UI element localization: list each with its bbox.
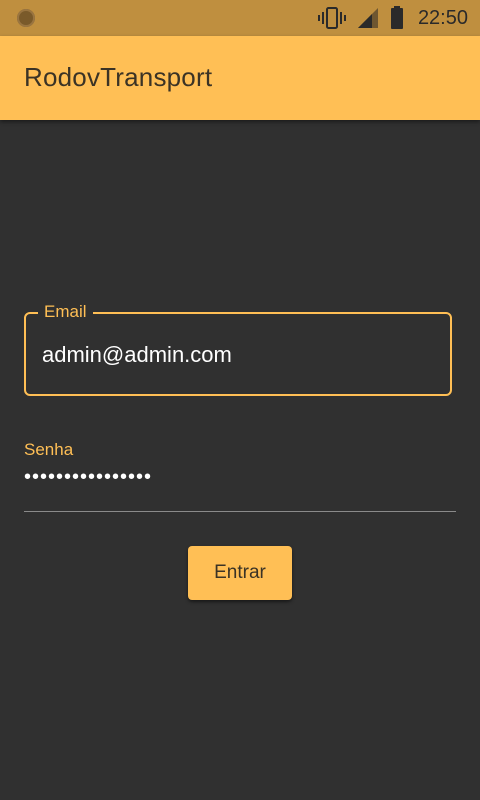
email-field[interactable]: Email admin@admin.com: [24, 302, 452, 396]
password-input[interactable]: ••••••••••••••••: [24, 466, 152, 489]
status-icons: 22:50: [317, 0, 468, 36]
battery-icon: [390, 6, 403, 29]
password-underline: [24, 511, 456, 512]
app-title: RodovTransport: [24, 62, 213, 92]
app-bar: RodovTransport: [0, 36, 480, 120]
signal-icon: [357, 8, 378, 28]
status-bar: 22:50: [0, 0, 480, 36]
email-label: Email: [38, 302, 93, 322]
password-label: Senha: [24, 440, 74, 459]
notification-dot-icon: [17, 9, 35, 27]
email-input[interactable]: admin@admin.com: [42, 342, 232, 368]
status-time: 22:50: [417, 6, 468, 29]
login-button[interactable]: Entrar: [188, 546, 292, 600]
vibrate-icon: [317, 7, 346, 29]
